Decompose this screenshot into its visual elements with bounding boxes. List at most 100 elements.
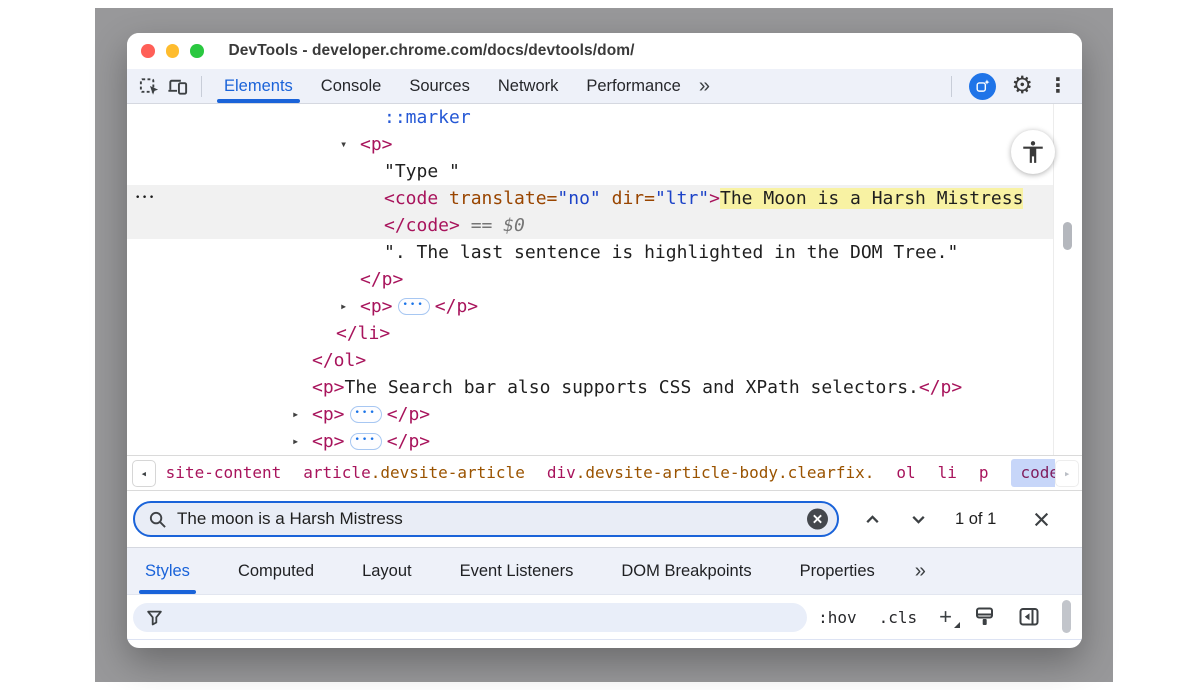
panel-tab-performance[interactable]: Performance <box>572 69 694 103</box>
dom-tree-row[interactable]: </code> == $0 <box>127 212 1053 239</box>
dom-segment-tag: </p> <box>435 296 478 317</box>
breadcrumb-item[interactable]: ol <box>896 465 915 481</box>
screenshot-canvas: DevTools - developer.chrome.com/docs/dev… <box>0 0 1200 690</box>
panel-tab-network[interactable]: Network <box>484 69 573 103</box>
panel-tabs: ElementsConsoleSourcesNetworkPerformance <box>210 69 695 103</box>
search-query-text: The moon is a Harsh Mistress <box>177 509 403 529</box>
previous-match-chevron-up-icon[interactable] <box>859 506 885 532</box>
dom-tree-row[interactable]: </ol> <box>127 347 1053 374</box>
dom-segment-highlight: The Moon is a Harsh Mistress <box>720 188 1023 209</box>
expand-children-button[interactable]: ••• <box>350 433 382 450</box>
breadcrumb-item[interactable]: p <box>979 465 989 481</box>
crumb-tag: site-content <box>166 463 282 482</box>
more-tabs-chevron[interactable]: » <box>699 76 710 96</box>
dom-tree-row[interactable]: </p> <box>127 266 1053 293</box>
breadcrumb-item[interactable]: code <box>1011 459 1056 487</box>
dom-tree-row[interactable]: ▾ <p> <box>127 131 1053 158</box>
breadcrumb-item[interactable]: div.devsite-article-body.clearfix. <box>547 465 875 481</box>
breadcrumb-scroll-left-icon[interactable]: ◂ <box>132 460 156 487</box>
rendering-paint-icon[interactable] <box>974 606 996 628</box>
styles-filter-bar: :hov .cls + <box>127 595 1082 640</box>
dom-segment-pseudo: ::marker <box>384 107 471 128</box>
device-toolbar-icon[interactable] <box>163 72 191 100</box>
zoom-window-button[interactable] <box>190 44 204 58</box>
styles-toolbar-actions: :hov .cls + <box>818 606 1040 628</box>
devtools-window: DevTools - developer.chrome.com/docs/dev… <box>127 33 1082 648</box>
close-search-icon[interactable] <box>1028 506 1054 532</box>
element-classes-button[interactable]: .cls <box>879 608 918 627</box>
sidebar-tab-dom-breakpoints[interactable]: DOM Breakpoints <box>621 548 751 594</box>
inspect-element-icon[interactable] <box>135 72 163 100</box>
breadcrumb-scroll-right-icon[interactable]: ▸ <box>1055 460 1079 487</box>
breadcrumb: site-contentarticle.devsite-articlediv.d… <box>166 459 1056 487</box>
settings-gear-icon[interactable]: ⚙ <box>1011 74 1033 98</box>
sidebar-tab-computed[interactable]: Computed <box>238 548 314 594</box>
breadcrumb-item[interactable]: site-content <box>166 465 282 481</box>
filter-funnel-icon <box>146 609 163 626</box>
dom-tree-row[interactable]: ::marker <box>127 104 1053 131</box>
crumb-cls: .devsite-article-body.clearfix. <box>576 463 875 482</box>
new-style-rule-button[interactable]: + <box>939 606 952 628</box>
dom-tree-row[interactable]: ▸<p>•••</p> <box>127 293 1053 320</box>
panel-tab-elements[interactable]: Elements <box>210 69 307 103</box>
breadcrumb-item[interactable]: article.devsite-article <box>303 465 525 481</box>
sidebar-tabs: Styles Computed Layout Event Listeners DOM B… <box>145 548 875 594</box>
sidebar-tab-properties[interactable]: Properties <box>800 548 875 594</box>
dom-segment-text: "Type " <box>384 161 460 182</box>
dom-segment-tag: <p> <box>360 134 393 155</box>
disclosure-right-icon[interactable]: ▸ <box>340 293 347 320</box>
disclosure-right-icon[interactable]: ▸ <box>292 401 299 428</box>
crumb-cls: .devsite-article <box>371 463 525 482</box>
dom-segment-tag: </li> <box>336 323 390 344</box>
disclosure-right-icon[interactable]: ▸ <box>292 428 299 455</box>
next-match-chevron-down-icon[interactable] <box>905 506 931 532</box>
dom-segment-tag: <p> <box>312 431 345 452</box>
more-options-kebab-icon[interactable]: ⋮ <box>1048 76 1068 96</box>
dom-segment-attr: translate= <box>438 188 557 209</box>
more-sidebar-tabs-chevron[interactable]: » <box>915 561 926 581</box>
panel-tab-console[interactable]: Console <box>307 69 396 103</box>
disclosure-down-icon[interactable]: ▾ <box>340 131 347 158</box>
row-actions-ellipsis-icon[interactable]: ••• <box>135 185 156 212</box>
crumb-tag: div <box>547 463 576 482</box>
accessibility-person-icon[interactable] <box>1011 130 1055 174</box>
dom-segment-tag: </p> <box>360 269 403 290</box>
search-input[interactable]: The moon is a Harsh Mistress <box>133 501 839 537</box>
dom-tree-row[interactable]: <p>The Search bar also supports CSS and … <box>127 374 1053 401</box>
expand-children-button[interactable]: ••• <box>398 298 430 315</box>
toggle-sidebar-panel-icon[interactable] <box>1018 606 1040 628</box>
dom-segment-text: ". The last sentence is highlighted in t… <box>384 242 958 263</box>
dom-tree-row[interactable]: •••<code translate="no" dir="ltr">The Mo… <box>127 185 1053 212</box>
dom-segment-tag: <p> <box>312 377 345 398</box>
dom-tree-row[interactable]: </li> <box>127 320 1053 347</box>
expand-children-button[interactable]: ••• <box>350 406 382 423</box>
sidebar-tab-event-listeners[interactable]: Event Listeners <box>460 548 574 594</box>
style-filter-input[interactable] <box>133 603 807 632</box>
breadcrumb-item[interactable]: li <box>938 465 957 481</box>
dom-segment-text: The Search bar also supports CSS and XPa… <box>345 377 919 398</box>
crumb-tag: li <box>938 463 957 482</box>
breadcrumb-bar: ◂ site-content article.devsite-article div… <box>127 455 1082 491</box>
dom-scrollbar-track[interactable] <box>1053 104 1082 455</box>
clear-search-icon[interactable] <box>807 509 828 530</box>
minimize-window-button[interactable] <box>166 44 180 58</box>
toggle-element-state-button[interactable]: :hov <box>818 608 857 627</box>
sidebar-tab-styles[interactable]: Styles <box>145 548 190 594</box>
close-window-button[interactable] <box>141 44 155 58</box>
sidebar-scrollbar-thumb[interactable] <box>1062 600 1071 633</box>
ai-assistance-icon[interactable] <box>969 73 996 100</box>
dom-tree-row[interactable]: ▸<p>•••</p> <box>127 401 1053 428</box>
dom-tree-row[interactable]: "Type " <box>127 158 1053 185</box>
dom-tree-row[interactable]: ". The last sentence is highlighted in t… <box>127 239 1053 266</box>
panel-tab-sources[interactable]: Sources <box>395 69 484 103</box>
dom-segment-value: "ltr" <box>655 188 709 209</box>
window-title: DevTools - developer.chrome.com/docs/dev… <box>229 42 635 60</box>
sidebar-tab-bar: Styles Computed Layout Event Listeners DOM B… <box>127 548 1082 595</box>
dom-tree-row[interactable]: ▸<p>•••</p> <box>127 428 1053 455</box>
dom-segment-tag: </code> <box>384 215 460 236</box>
magnifier-icon <box>148 510 167 529</box>
dom-segment-tag: <p> <box>312 404 345 425</box>
sidebar-tab-layout[interactable]: Layout <box>362 548 412 594</box>
dom-scrollbar-thumb[interactable] <box>1063 222 1072 250</box>
toolbar-right-divider <box>951 76 952 97</box>
